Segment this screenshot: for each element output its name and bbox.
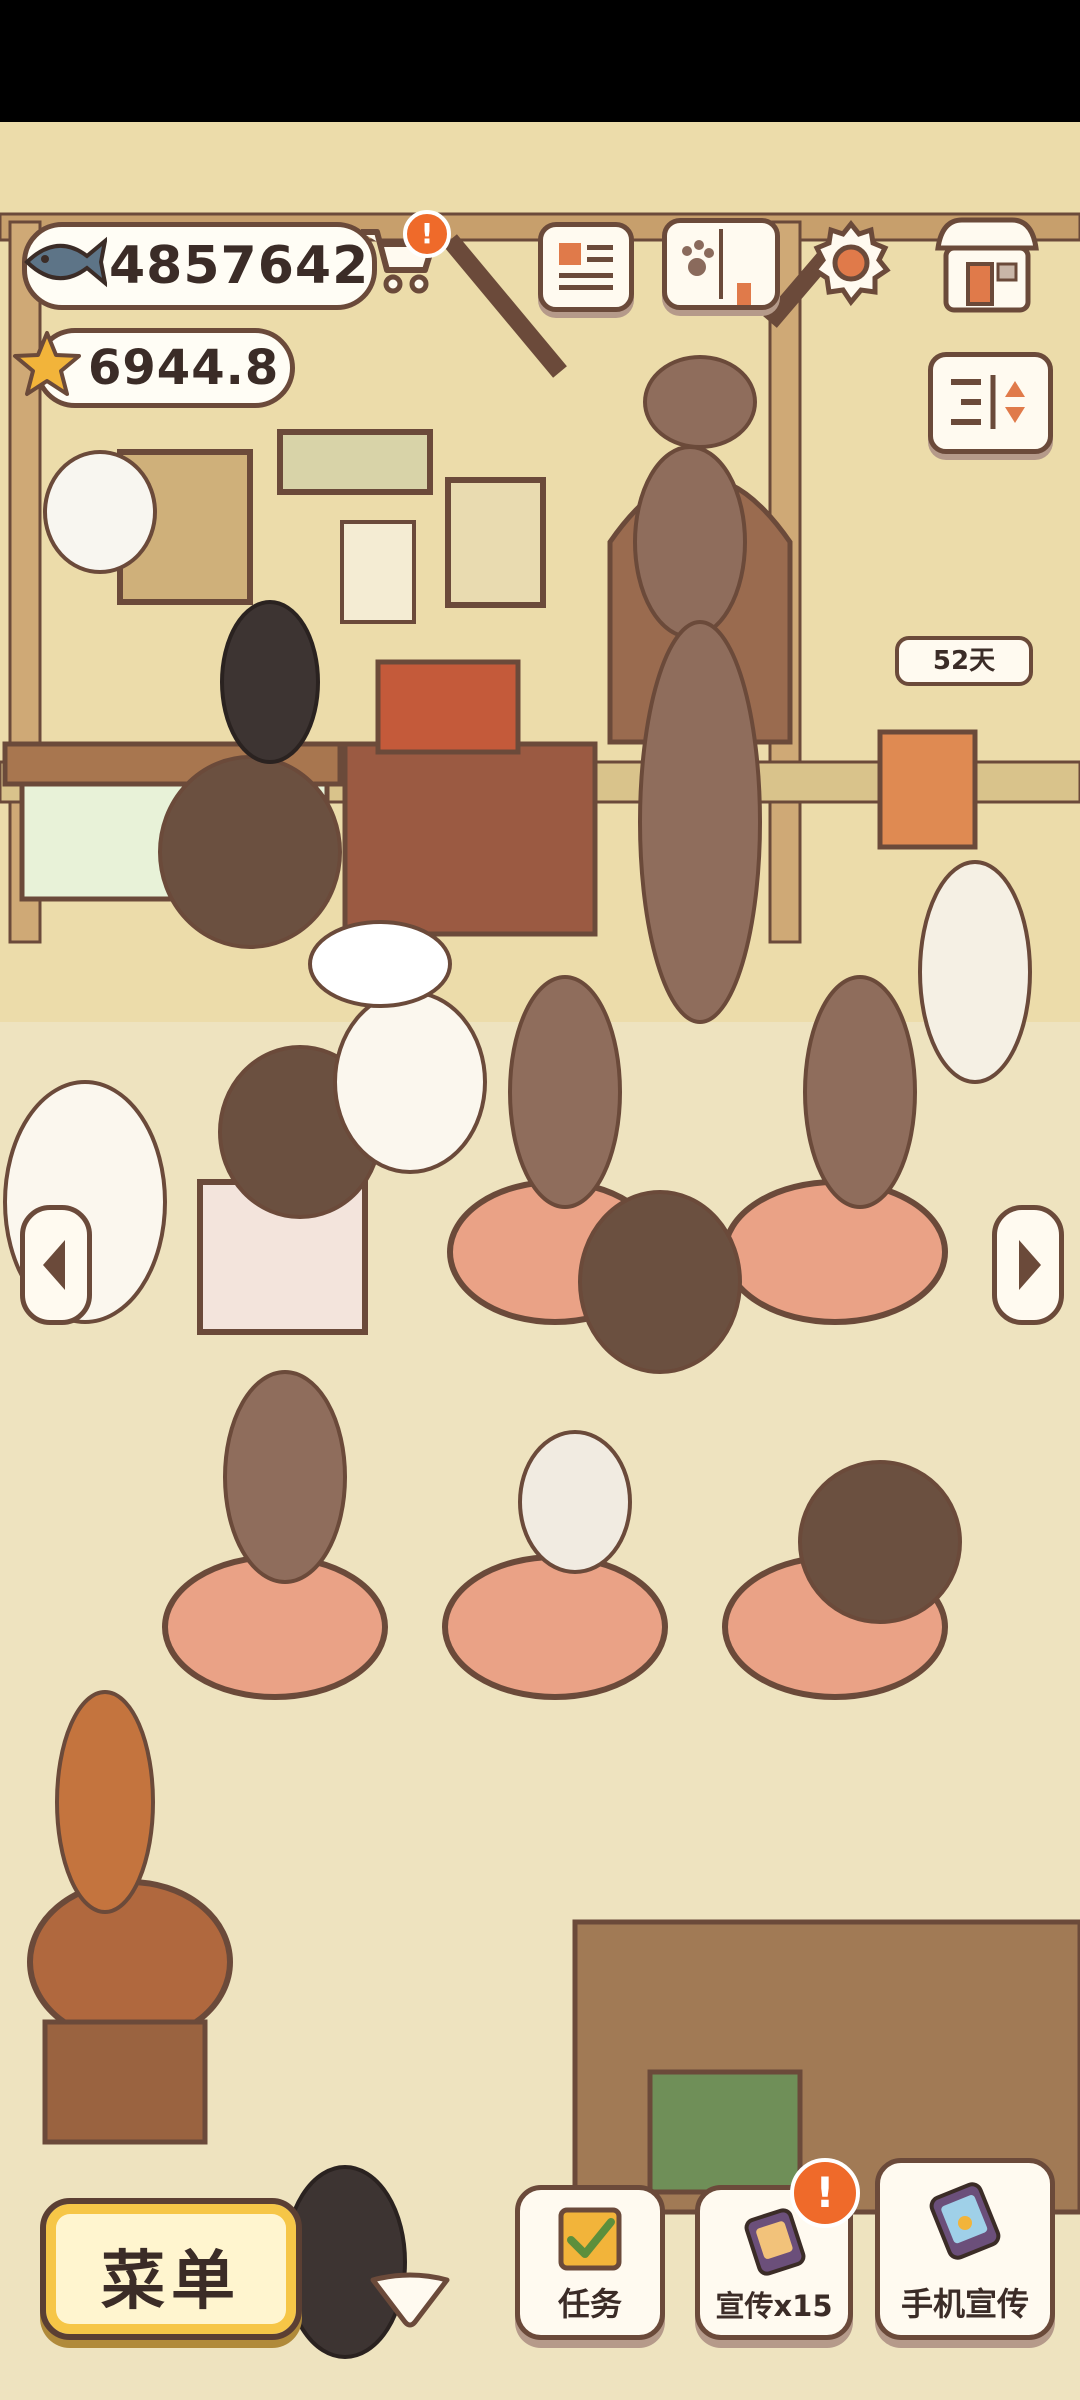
chevron-left-icon (43, 1240, 65, 1290)
paw-book-icon (682, 229, 751, 305)
collapse-button[interactable] (365, 2270, 455, 2330)
star-icon (13, 331, 81, 396)
cart-alert-badge: ! (403, 210, 451, 258)
game-scene: 4857642 ! 6944.8 52天 菜单 任务 宣传x15 ! 手机宣传 (0, 0, 1080, 2400)
promote-alert-badge: ! (790, 2158, 860, 2228)
phone-promote-button-label: 手机宣传 (900, 2285, 1029, 2323)
menu-button-label: 菜单 (101, 2245, 241, 2319)
scroll-left-button[interactable] (20, 1205, 92, 1325)
tasks-button[interactable]: 任务 (515, 2185, 665, 2340)
phone-promote-button[interactable]: 手机宣传 (875, 2158, 1055, 2340)
star-count: 6944.8 (88, 340, 280, 396)
status-bar (0, 0, 1080, 122)
fish-counter[interactable]: 4857642 (22, 222, 377, 310)
store-button[interactable] (932, 212, 1042, 317)
checklist-icon (558, 2207, 622, 2271)
scroll-right-button[interactable] (992, 1205, 1064, 1325)
promote-button-label: 宣传x15 (715, 2289, 833, 2323)
layout-toggle-button[interactable] (928, 352, 1053, 454)
shop-icon (935, 217, 1039, 313)
shop-cart-button[interactable]: ! (355, 210, 451, 303)
chevron-right-icon (1019, 1240, 1041, 1290)
chevron-down-icon (370, 2272, 450, 2328)
sort-toggle-icon (951, 375, 1025, 429)
newspaper-icon (559, 243, 613, 290)
settings-button[interactable] (805, 218, 897, 310)
fish-icon (24, 236, 107, 288)
recipe-book-button[interactable] (662, 218, 780, 310)
visitor-days-label[interactable]: 52天 (895, 636, 1033, 686)
phone-paw-icon (929, 2182, 1001, 2260)
promote-button[interactable]: 宣传x15 ! (695, 2158, 860, 2340)
menu-button[interactable]: 菜单 (40, 2198, 302, 2340)
fish-count: 4857642 (109, 236, 370, 296)
tasks-button-label: 任务 (557, 2285, 622, 2323)
newspaper-button[interactable] (538, 222, 634, 312)
customers-layer[interactable] (0, 122, 1080, 2400)
star-counter[interactable]: 6944.8 (13, 328, 295, 408)
gear-icon (811, 219, 891, 307)
